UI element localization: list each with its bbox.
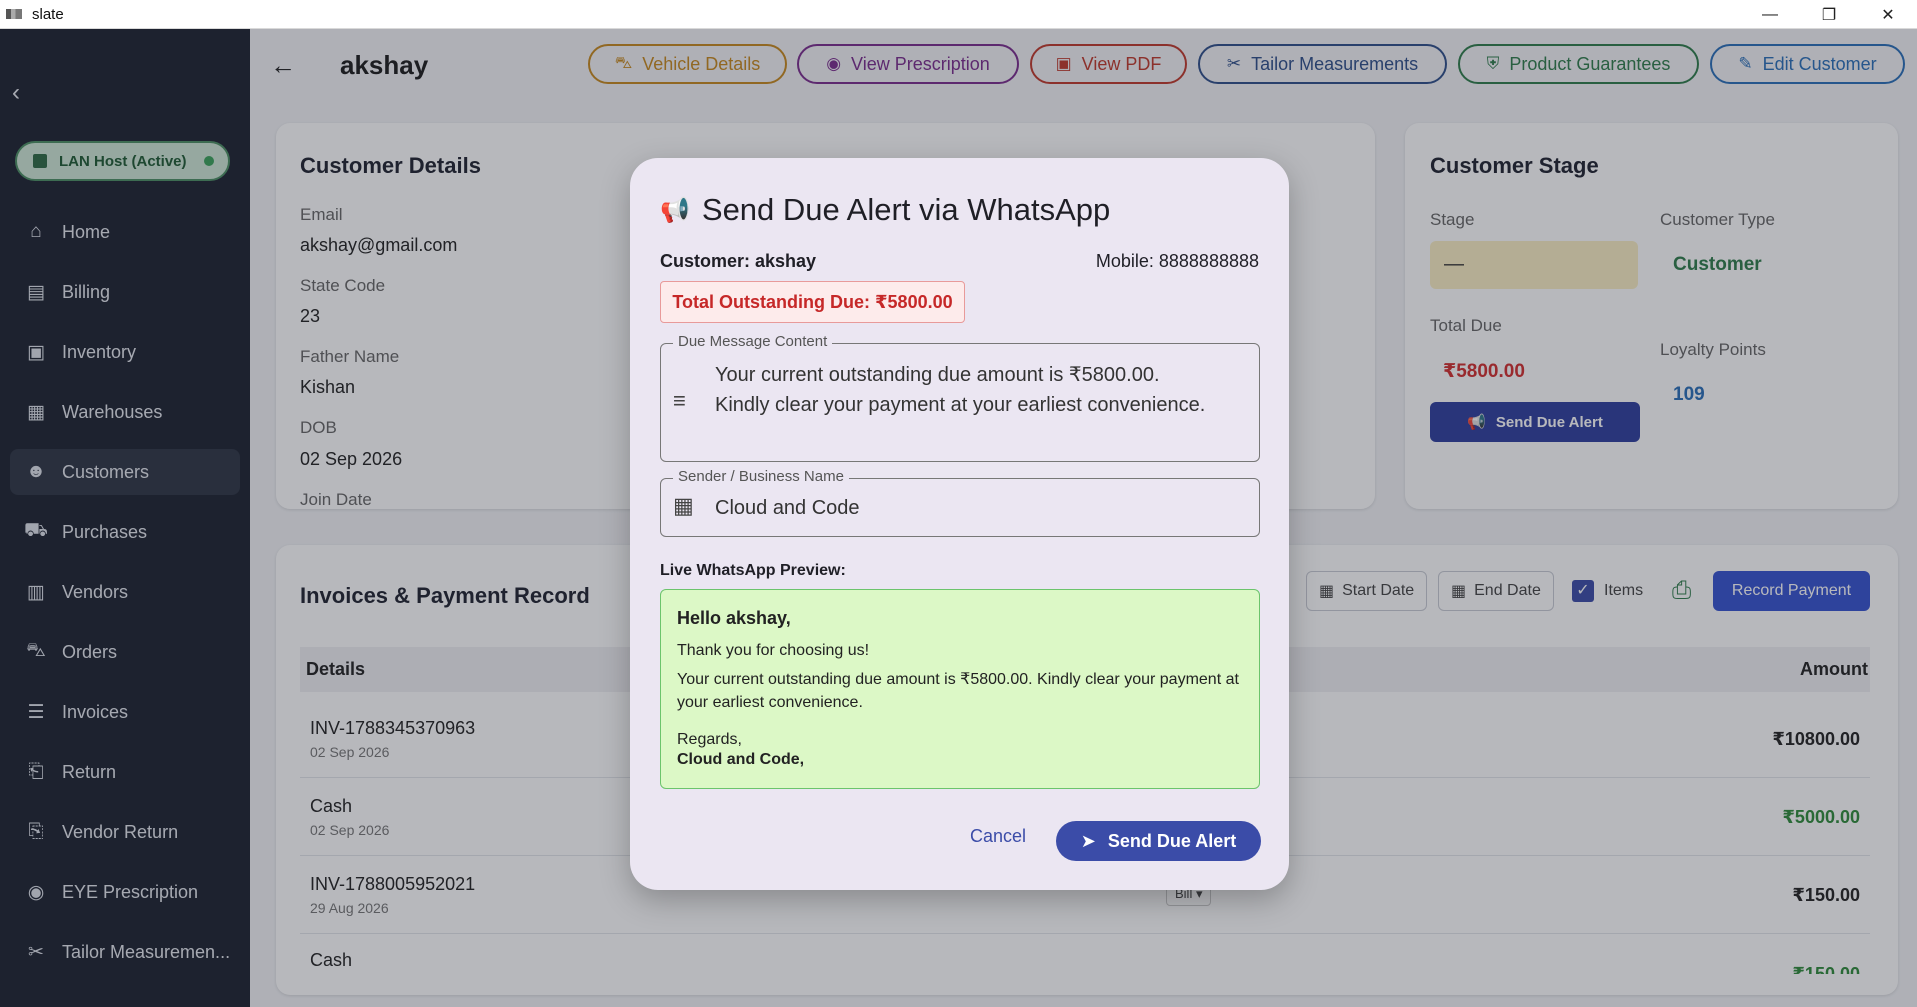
dialog-title-text: Send Due Alert via WhatsApp <box>701 192 1111 227</box>
preview-thanks: Thank you for choosing us! <box>677 642 870 659</box>
dialog-title: 📢 Send Due Alert via WhatsApp <box>660 192 1110 228</box>
preview-label: Live WhatsApp Preview: <box>660 562 846 579</box>
preview-body: Your current outstanding due amount is ₹… <box>677 671 1239 711</box>
close-button[interactable]: ✕ <box>1859 0 1917 29</box>
due-message-line: Your current outstanding due amount is ₹… <box>715 364 1160 386</box>
send-icon: ➤ <box>1080 830 1096 851</box>
sender-name-label: Sender / Business Name <box>673 468 849 485</box>
outstanding-due-badge: Total Outstanding Due: ₹5800.00 <box>660 281 965 323</box>
whatsapp-preview: Hello akshay, Thank you for choosing us!… <box>660 589 1260 789</box>
megaphone-icon: 📢 <box>660 196 690 224</box>
sender-name-field[interactable]: Sender / Business Name ▦ Cloud and Code <box>660 468 1260 537</box>
preview-regards: Regards, <box>677 731 742 748</box>
minimize-button[interactable]: — <box>1741 0 1799 29</box>
due-message-line: Kindly clear your payment at your earlie… <box>715 394 1206 416</box>
window-titlebar: slate — ❐ ✕ <box>0 0 1917 29</box>
dialog-mobile: Mobile: 8888888888 <box>1095 251 1259 271</box>
building-icon: ▦ <box>673 493 694 518</box>
due-message-field[interactable]: Due Message Content ≡ Your current outst… <box>660 333 1260 462</box>
preview-greeting: Hello akshay, <box>677 608 791 628</box>
app-icon <box>6 9 22 19</box>
preview-sender: Cloud and Code, <box>677 751 805 768</box>
due-message-text: Your current outstanding due amount is ₹… <box>715 360 1245 420</box>
close-icon: ✕ <box>1881 6 1895 24</box>
dialog-customer: Customer: akshay <box>660 251 817 271</box>
sender-name-value: Cloud and Code <box>715 497 860 519</box>
minimize-icon: — <box>1762 5 1778 23</box>
button-label: Send Due Alert <box>1107 830 1237 851</box>
maximize-button[interactable]: ❐ <box>1800 0 1858 29</box>
send-due-alert-button[interactable]: ➤ Send Due Alert <box>1056 821 1261 861</box>
due-message-label: Due Message Content <box>673 333 833 350</box>
due-alert-dialog: 📢 Send Due Alert via WhatsApp Customer: … <box>630 158 1289 890</box>
maximize-icon: ❐ <box>1821 6 1837 24</box>
window-title: slate <box>32 5 64 23</box>
edit-notes-icon: ≡ <box>673 388 686 413</box>
cancel-button[interactable]: Cancel <box>970 826 1026 847</box>
